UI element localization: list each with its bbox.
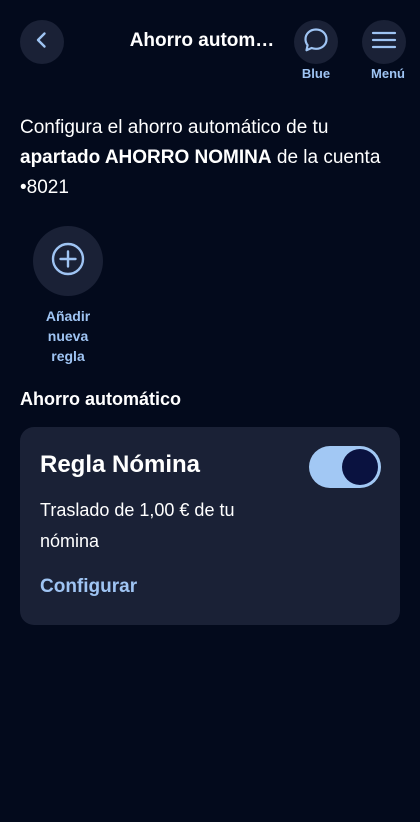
page-title: Ahorro autom… [129, 30, 275, 51]
menu-button-label[interactable]: Menú [358, 66, 418, 81]
rule-card: Regla Nómina Traslado de 1,00 € de tu nó… [20, 427, 400, 625]
add-rule-label-line[interactable]: Añadir [28, 306, 108, 326]
blue-assistant-button[interactable] [294, 20, 338, 64]
configure-link[interactable]: Configurar [40, 576, 137, 598]
hamburger-menu-icon [371, 30, 397, 55]
section-title: Ahorro automático [20, 389, 182, 409]
top-bar: Ahorro autom… Blue Menú [0, 0, 420, 100]
rule-title: Regla Nómina [40, 451, 201, 478]
add-rule-label-line[interactable]: nueva [28, 326, 108, 346]
add-rule-label-line[interactable]: regla [28, 346, 108, 366]
back-button[interactable] [20, 20, 64, 64]
chat-bubble-icon [302, 26, 330, 59]
chevron-left-icon [32, 30, 52, 55]
add-rule-label[interactable]: Añadir nueva regla [28, 306, 108, 366]
intro-account-name: apartado AHORRO NOMINA [20, 147, 272, 168]
add-rule-circle[interactable] [33, 226, 103, 296]
automatic-savings-screen: Ahorro autom… Blue Menú Configura el aho… [0, 0, 420, 822]
plus-circle-icon [50, 241, 86, 282]
add-new-rule-button[interactable]: Añadir nueva regla [28, 226, 108, 366]
intro-prefix: Configura el ahorro automático de tu [20, 117, 329, 138]
toggle-knob [342, 449, 378, 485]
intro-text: Configura el ahorro automático de tu apa… [20, 113, 400, 203]
rule-toggle[interactable] [309, 446, 381, 488]
menu-button[interactable] [362, 20, 406, 64]
blue-button-label[interactable]: Blue [286, 66, 346, 81]
rule-description: Traslado de 1,00 € de tu nómina [40, 500, 235, 551]
